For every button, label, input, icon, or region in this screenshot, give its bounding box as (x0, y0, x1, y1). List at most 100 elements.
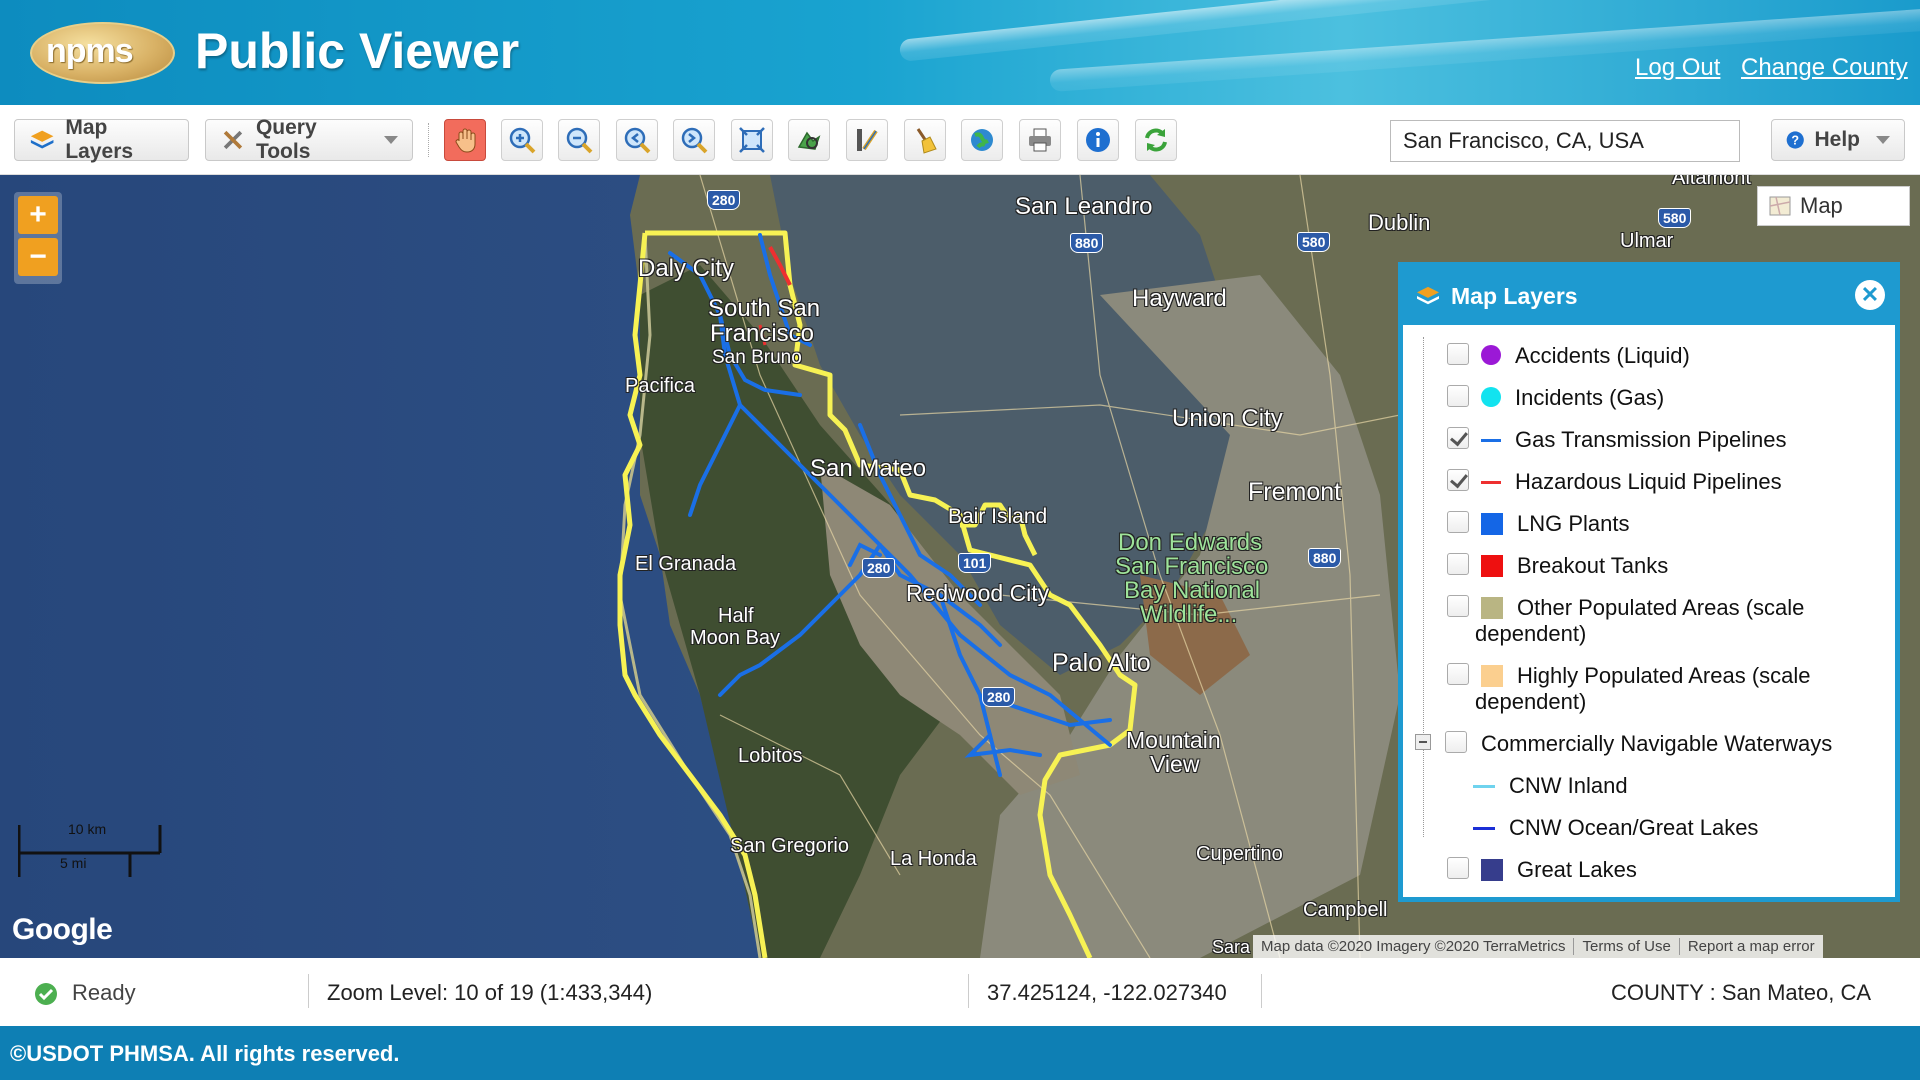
layer-item[interactable]: Accidents (Liquid) (1447, 343, 1690, 369)
help-label: Help (1814, 128, 1860, 151)
layer-label-continuation: dependent) (1475, 689, 1587, 714)
chevron-down-icon (384, 136, 398, 144)
zoom-level-readout: Zoom Level: 10 of 19 (1:433,344) (327, 980, 653, 1005)
coordinate-readout: 37.425124, -122.027340 (987, 980, 1227, 1005)
zoom-in-button[interactable] (501, 119, 543, 161)
clear-graphics-button[interactable] (904, 119, 946, 161)
info-button[interactable] (1077, 119, 1119, 161)
place-label: San Leandro (1015, 193, 1153, 220)
layers-panel-title: Map Layers (1451, 282, 1578, 309)
layer-label: Great Lakes (1517, 857, 1637, 882)
layer-group[interactable]: Commercially Navigable Waterways (1415, 731, 1832, 757)
check-circle-icon (35, 983, 57, 1005)
layer-label: LNG Plants (1517, 511, 1630, 536)
zoom-next-button[interactable] (673, 119, 715, 161)
layer-subitem: CNW Inland (1473, 773, 1628, 799)
log-out-link[interactable]: Log Out (1635, 54, 1720, 82)
map-layers-panel: Map Layers ✕ Accidents (Liquid) Incident… (1398, 262, 1900, 902)
app-title: Public Viewer (195, 23, 520, 79)
zoom-out-button[interactable]: − (18, 238, 58, 276)
layer-item[interactable]: Breakout Tanks (1447, 553, 1668, 579)
identify-icon (797, 131, 821, 150)
place-label: Ulmar (1620, 230, 1674, 252)
layer-checkbox[interactable] (1447, 343, 1469, 365)
zoom-out-icon (566, 127, 593, 154)
broom-icon (916, 128, 937, 154)
county-readout: COUNTY : San Mateo, CA (1611, 980, 1872, 1005)
highway-shield: 880 (1308, 548, 1342, 568)
zoom-next-icon (681, 127, 708, 154)
zoom-out-button[interactable] (558, 119, 600, 161)
place-label: Mountain (1126, 727, 1221, 753)
map-layers-button[interactable]: Map Layers (14, 116, 189, 163)
pan-tool-button[interactable] (444, 119, 486, 161)
highway-shield: 280 (707, 190, 741, 210)
google-logo: Google (12, 913, 113, 946)
map-type-label: Map (1800, 193, 1843, 218)
status-bar: Ready Zoom Level: 10 of 19 (1:433,344) 3… (0, 958, 1920, 1026)
place-label: Wildlife... (1140, 601, 1238, 628)
full-extent-button[interactable] (731, 119, 773, 161)
layer-item[interactable]: LNG Plants (1447, 511, 1630, 537)
layer-checkbox[interactable] (1447, 469, 1469, 491)
layer-item[interactable]: Gas Transmission Pipelines (1447, 427, 1786, 453)
attribution-text: Map data ©2020 Imagery ©2020 TerraMetric… (1261, 938, 1566, 955)
layer-checkbox[interactable] (1447, 427, 1469, 449)
measure-icon (857, 129, 878, 151)
highway-shield: 280 (982, 687, 1016, 707)
collapse-icon[interactable] (1415, 734, 1431, 750)
layer-item[interactable]: Other Populated Areas (scale (1447, 595, 1804, 621)
status-ready: Ready (72, 980, 136, 1005)
toolbar-separator (428, 123, 429, 157)
svg-text:?: ? (1791, 134, 1799, 148)
tree-connector (1423, 337, 1424, 837)
layer-item[interactable]: Great Lakes (1447, 857, 1637, 883)
highway-shield: 101 (958, 553, 992, 573)
globe-button[interactable] (961, 119, 1003, 161)
location-search-input[interactable] (1390, 120, 1740, 162)
zoom-previous-button[interactable] (616, 119, 658, 161)
place-label: Cupertino (1196, 843, 1283, 865)
map-layers-label: Map Layers (65, 116, 134, 163)
layer-checkbox[interactable] (1447, 553, 1469, 575)
layer-label: Commercially Navigable Waterways (1481, 731, 1833, 756)
layers-icon (1417, 286, 1439, 305)
terms-of-use-link[interactable]: Terms of Use (1573, 938, 1678, 955)
line-icon (1473, 827, 1495, 830)
zoom-previous-icon (624, 127, 651, 154)
map-type-toggle[interactable]: Map (1757, 186, 1910, 226)
layer-item[interactable]: Incidents (Gas) (1447, 385, 1664, 411)
help-button[interactable]: ? Help (1771, 119, 1905, 161)
layer-checkbox[interactable] (1447, 595, 1469, 617)
report-map-error-link[interactable]: Report a map error (1678, 938, 1823, 955)
map-view[interactable]: San Leandro Dublin Hayward Daly City Sou… (0, 175, 1920, 958)
footer-copyright: ©USDOT PHMSA. All rights reserved. (0, 1026, 1920, 1080)
place-label: San Bruno (712, 347, 802, 368)
zoom-in-button[interactable]: + (18, 196, 58, 234)
line-icon (1481, 439, 1501, 442)
layer-checkbox[interactable] (1447, 663, 1469, 685)
close-icon[interactable]: ✕ (1855, 280, 1885, 310)
identify-button[interactable] (788, 119, 830, 161)
layer-checkbox[interactable] (1445, 731, 1467, 753)
print-button[interactable] (1019, 119, 1061, 161)
divider (1261, 974, 1262, 1008)
measure-button[interactable] (846, 119, 888, 161)
layer-checkbox[interactable] (1447, 511, 1469, 533)
layer-item[interactable]: Hazardous Liquid Pipelines (1447, 469, 1782, 495)
map-icon (1769, 196, 1791, 216)
change-county-link[interactable]: Change County (1741, 54, 1908, 82)
dot-icon (1481, 387, 1501, 407)
place-label: Daly City (638, 255, 735, 282)
layer-checkbox[interactable] (1447, 385, 1469, 407)
place-label: Dublin (1368, 210, 1431, 235)
zoom-in-icon (509, 127, 536, 154)
layers-icon (30, 130, 54, 149)
place-label: Half (718, 605, 754, 627)
layer-item[interactable]: Highly Populated Areas (scale (1447, 663, 1811, 689)
refresh-button[interactable] (1135, 119, 1177, 161)
layer-checkbox[interactable] (1447, 857, 1469, 879)
layer-label-continuation: dependent) (1475, 621, 1587, 646)
query-tools-button[interactable]: Query Tools (205, 116, 413, 163)
square-icon (1481, 597, 1503, 619)
